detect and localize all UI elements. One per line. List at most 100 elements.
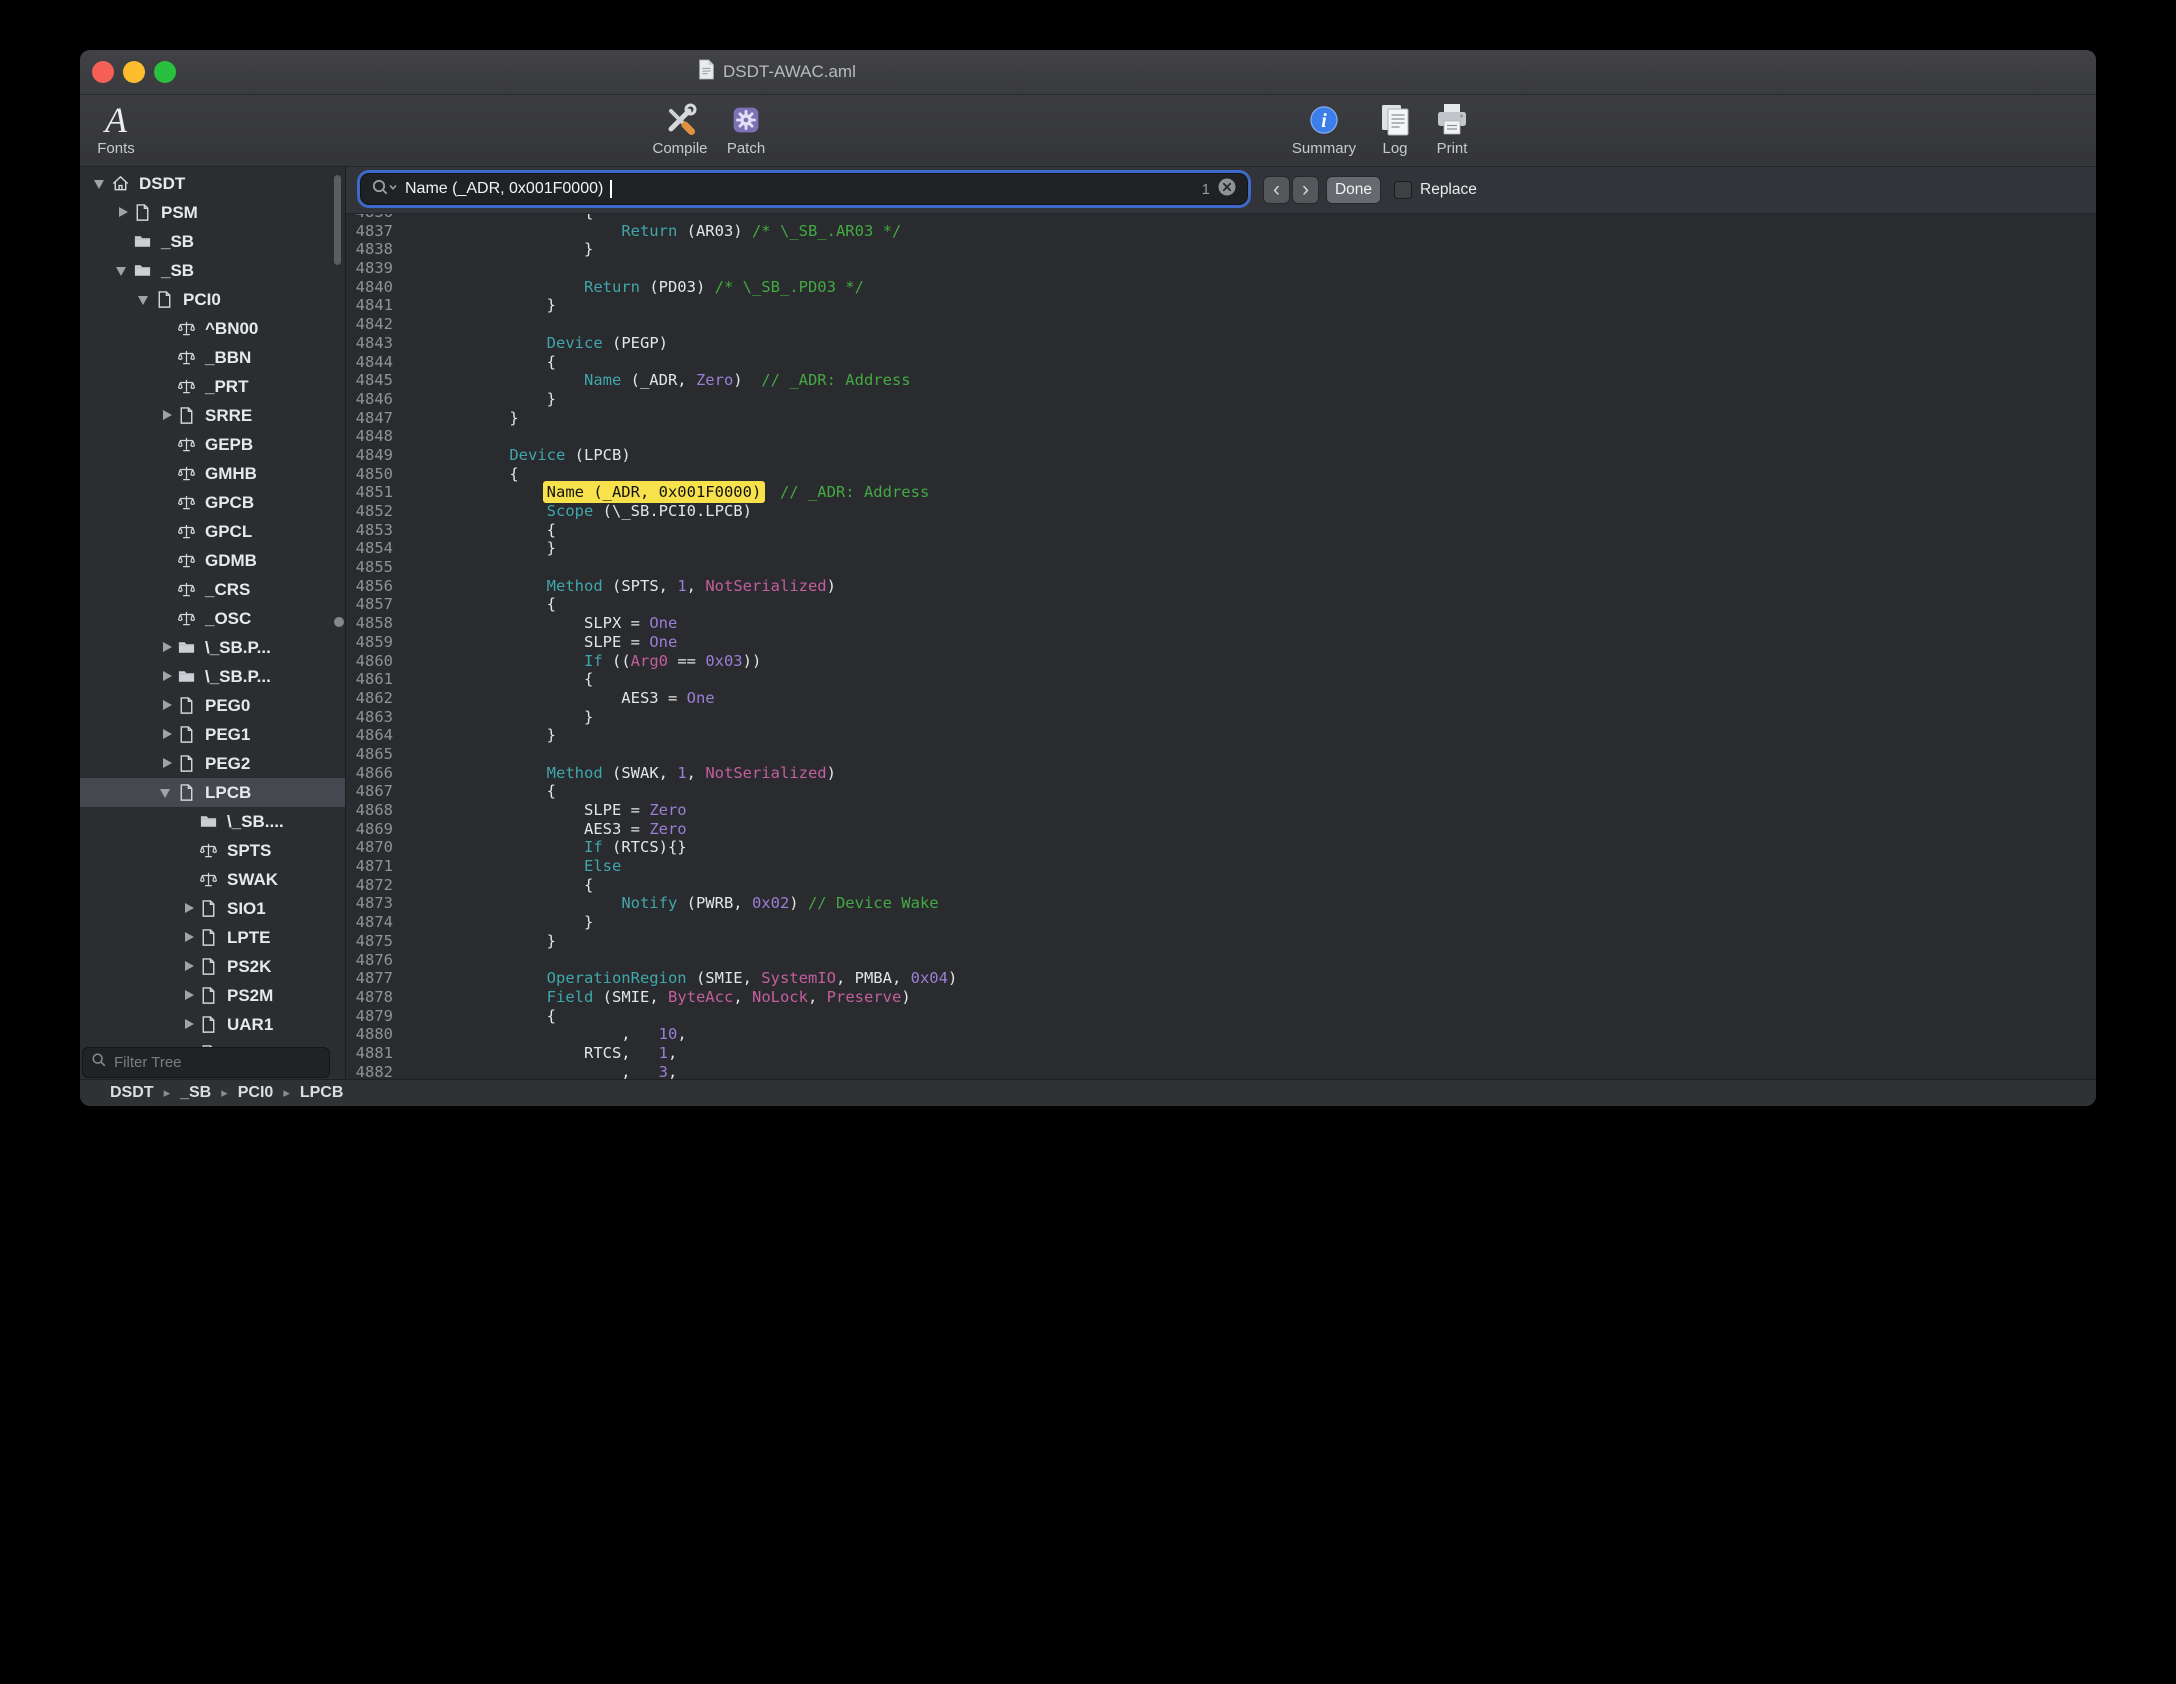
breadcrumb-item-_sb[interactable]: _SB bbox=[180, 1084, 211, 1102]
tree-item-gepb[interactable]: GEPB bbox=[80, 430, 345, 459]
disclosure-right-icon[interactable] bbox=[180, 958, 199, 976]
code-line[interactable]: 4870 If (RTCS){} bbox=[346, 838, 2096, 857]
tree-item-lpte[interactable]: LPTE bbox=[80, 923, 345, 952]
tree-item-uar1[interactable]: UAR1 bbox=[80, 1010, 345, 1039]
tree-item-peg1[interactable]: PEG1 bbox=[80, 720, 345, 749]
disclosure-down-icon[interactable] bbox=[92, 175, 111, 193]
tree-item-psm[interactable]: PSM bbox=[80, 198, 345, 227]
disclosure-down-icon[interactable] bbox=[114, 262, 133, 280]
code-line[interactable]: 4847 } bbox=[346, 409, 2096, 428]
code-line[interactable]: 4846 } bbox=[346, 390, 2096, 409]
code-line[interactable]: 4865 bbox=[346, 745, 2096, 764]
disclosure-right-icon[interactable] bbox=[180, 929, 199, 947]
fonts-button[interactable]: A Fonts bbox=[80, 98, 166, 157]
tree-item-lpcb[interactable]: LPCB bbox=[80, 778, 345, 807]
disclosure-right-icon[interactable] bbox=[114, 204, 133, 222]
code-line[interactable]: 4877 OperationRegion (SMIE, SystemIO, PM… bbox=[346, 969, 2096, 988]
code-line[interactable]: 4852 Scope (\_SB.PCI0.LPCB) bbox=[346, 502, 2096, 521]
done-button[interactable]: Done bbox=[1326, 176, 1381, 204]
disclosure-right-icon[interactable] bbox=[180, 900, 199, 918]
previous-match-button[interactable]: ‹ bbox=[1263, 176, 1290, 204]
code-line[interactable]: 4874 } bbox=[346, 913, 2096, 932]
sidebar-scrollbar[interactable] bbox=[334, 175, 341, 265]
code-line[interactable]: 4843 Device (PEGP) bbox=[346, 334, 2096, 353]
print-button[interactable]: Print bbox=[1402, 98, 1502, 157]
tree-item-_crs[interactable]: _CRS bbox=[80, 575, 345, 604]
code-line[interactable]: 4866 Method (SWAK, 1, NotSerialized) bbox=[346, 764, 2096, 783]
code-line[interactable]: 4864 } bbox=[346, 726, 2096, 745]
code-line[interactable]: 4856 Method (SPTS, 1, NotSerialized) bbox=[346, 577, 2096, 596]
disclosure-down-icon[interactable] bbox=[158, 784, 177, 802]
code-line[interactable]: 4869 AES3 = Zero bbox=[346, 820, 2096, 839]
tree-item-dsdt[interactable]: DSDT bbox=[80, 169, 345, 198]
breadcrumb-item-lpcb[interactable]: LPCB bbox=[300, 1084, 344, 1102]
tree-item-_sb[interactable]: \_SB.... bbox=[80, 807, 345, 836]
tree-item-gdmb[interactable]: GDMB bbox=[80, 546, 345, 575]
code-line[interactable]: 4841 } bbox=[346, 296, 2096, 315]
replace-checkbox[interactable] bbox=[1394, 181, 1412, 199]
code-line[interactable]: 4875 } bbox=[346, 932, 2096, 951]
tree-item-ps2k[interactable]: PS2K bbox=[80, 952, 345, 981]
tree-item-peg2[interactable]: PEG2 bbox=[80, 749, 345, 778]
code-line[interactable]: 4878 Field (SMIE, ByteAcc, NoLock, Prese… bbox=[346, 988, 2096, 1007]
tree-item-gpcb[interactable]: GPCB bbox=[80, 488, 345, 517]
disclosure-right-icon[interactable] bbox=[158, 697, 177, 715]
code-line[interactable]: 4873 Notify (PWRB, 0x02) // Device Wake bbox=[346, 894, 2096, 913]
code-line[interactable]: 4872 { bbox=[346, 876, 2096, 895]
tree-item-_bbn[interactable]: _BBN bbox=[80, 343, 345, 372]
tree-item-pci0[interactable]: PCI0 bbox=[80, 285, 345, 314]
disclosure-right-icon[interactable] bbox=[158, 726, 177, 744]
tree-item-peg0[interactable]: PEG0 bbox=[80, 691, 345, 720]
tree-item-sio1[interactable]: SIO1 bbox=[80, 894, 345, 923]
disclosure-right-icon[interactable] bbox=[180, 987, 199, 1005]
filter-tree-field[interactable]: Filter Tree bbox=[82, 1047, 330, 1078]
code-line[interactable]: 4842 bbox=[346, 315, 2096, 334]
tree-item-ps2m[interactable]: PS2M bbox=[80, 981, 345, 1010]
code-line[interactable]: 4863 } bbox=[346, 708, 2096, 727]
code-line[interactable]: 4860 If ((Arg0 == 0x03)) bbox=[346, 652, 2096, 671]
tree-item-_osc[interactable]: _OSC bbox=[80, 604, 345, 633]
disclosure-right-icon[interactable] bbox=[158, 639, 177, 657]
disclosure-right-icon[interactable] bbox=[158, 407, 177, 425]
code-line[interactable]: 4851 Name (_ADR, 0x001F0000) // _ADR: Ad… bbox=[346, 483, 2096, 502]
code-line[interactable]: 4859 SLPE = One bbox=[346, 633, 2096, 652]
tree-item-_prt[interactable]: _PRT bbox=[80, 372, 345, 401]
disclosure-right-icon[interactable] bbox=[180, 1016, 199, 1034]
code-editor[interactable]: 4836 {4837 Return (AR03) /* \_SB_.AR03 *… bbox=[346, 214, 2096, 1080]
code-line[interactable]: 4844 { bbox=[346, 353, 2096, 372]
code-line[interactable]: 4853 { bbox=[346, 521, 2096, 540]
disclosure-down-icon[interactable] bbox=[136, 291, 155, 309]
code-line[interactable]: 4858 SLPX = One bbox=[346, 614, 2096, 633]
code-line[interactable]: 4881 RTCS, 1, bbox=[346, 1044, 2096, 1063]
search-field[interactable]: Name (_ADR, 0x001F0000) 1 bbox=[361, 174, 1247, 204]
tree-item-_sbp[interactable]: \_SB.P... bbox=[80, 633, 345, 662]
disclosure-right-icon[interactable] bbox=[158, 668, 177, 686]
tree-item-bn00[interactable]: ^BN00 bbox=[80, 314, 345, 343]
code-line[interactable]: 4882 , 3, bbox=[346, 1063, 2096, 1080]
tree-item-gmhb[interactable]: GMHB bbox=[80, 459, 345, 488]
code-line[interactable]: 4840 Return (PD03) /* \_SB_.PD03 */ bbox=[346, 278, 2096, 297]
code-line[interactable]: 4839 bbox=[346, 259, 2096, 278]
tree-item-_sb[interactable]: _SB bbox=[80, 227, 345, 256]
disclosure-right-icon[interactable] bbox=[158, 755, 177, 773]
code-line[interactable]: 4876 bbox=[346, 951, 2096, 970]
tree-item-_sb[interactable]: _SB bbox=[80, 256, 345, 285]
code-line[interactable]: 4848 bbox=[346, 427, 2096, 446]
code-line[interactable]: 4849 Device (LPCB) bbox=[346, 446, 2096, 465]
code-line[interactable]: 4867 { bbox=[346, 782, 2096, 801]
tree-item-gpcl[interactable]: GPCL bbox=[80, 517, 345, 546]
tree-item-spts[interactable]: SPTS bbox=[80, 836, 345, 865]
code-line[interactable]: 4838 } bbox=[346, 240, 2096, 259]
code-line[interactable]: 4857 { bbox=[346, 595, 2096, 614]
tree-item-_sbp[interactable]: \_SB.P... bbox=[80, 662, 345, 691]
patch-button[interactable]: Patch bbox=[696, 98, 796, 157]
breadcrumb-item-dsdt[interactable]: DSDT bbox=[110, 1084, 154, 1102]
code-line[interactable]: 4871 Else bbox=[346, 857, 2096, 876]
code-line[interactable]: 4879 { bbox=[346, 1007, 2096, 1026]
zoom-button[interactable] bbox=[154, 61, 176, 83]
code-line[interactable]: 4880 , 10, bbox=[346, 1025, 2096, 1044]
code-line[interactable]: 4836 { bbox=[346, 214, 2096, 222]
code-line[interactable]: 4861 { bbox=[346, 670, 2096, 689]
close-button[interactable] bbox=[92, 61, 114, 83]
tree-item-srre[interactable]: SRRE bbox=[80, 401, 345, 430]
